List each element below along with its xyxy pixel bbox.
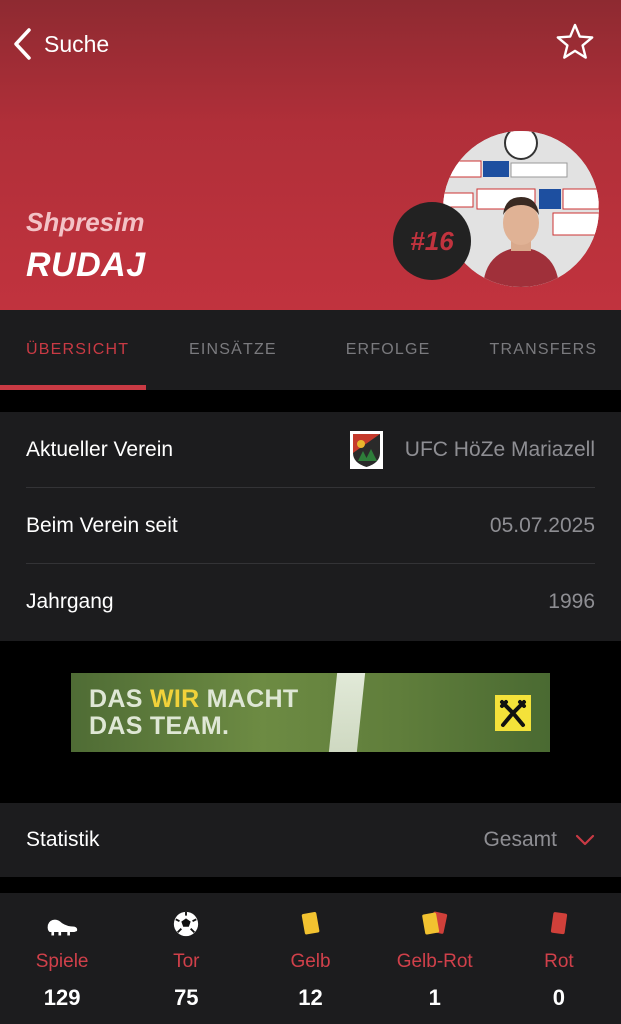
- club-crest-icon: [349, 430, 383, 469]
- ad-text: DAS WIR MACHT DAS TEAM.: [89, 685, 299, 740]
- stat-goals: Tor 75: [124, 893, 248, 1024]
- chevron-down-icon: [575, 834, 595, 846]
- stat-yellow-value: 12: [298, 985, 323, 1010]
- player-last-name: RUDAJ: [26, 246, 146, 284]
- tab-bar: ÜBERSICHT EINSÄTZE ERFOLGE TRANSFERS: [0, 310, 621, 390]
- birth-year-row: Jahrgang 1996: [26, 564, 595, 640]
- stat-yellow: Gelb 12: [248, 893, 372, 1024]
- favorite-star-icon[interactable]: [555, 22, 595, 62]
- birth-year-value: 1996: [548, 590, 595, 613]
- stat-red-label: Rot: [544, 951, 574, 972]
- back-label: Suche: [44, 30, 110, 57]
- player-header: Suche Shpresim RUDAJ #16: [0, 0, 621, 310]
- statistics-filter-select[interactable]: Gesamt: [483, 828, 595, 852]
- tab-overview[interactable]: ÜBERSICHT: [0, 310, 155, 390]
- club-since-row: Beim Verein seit 05.07.2025: [26, 488, 595, 564]
- birth-year-label: Jahrgang: [26, 590, 114, 613]
- soccer-ball-icon: [166, 907, 206, 941]
- yellow-card-icon: [291, 907, 331, 941]
- boot-icon: [42, 907, 82, 941]
- current-club-row[interactable]: Aktueller Verein UFC HöZe Mariazell: [26, 412, 595, 488]
- back-button[interactable]: Suche: [12, 24, 109, 64]
- stat-yellow-red-value: 1: [428, 985, 441, 1010]
- statistics-summary: Spiele 129 Tor 75 Gelb 12 Gelb-Rot 1 Rot…: [0, 893, 621, 1024]
- current-club-label: Aktueller Verein: [26, 437, 174, 461]
- tab-transfers[interactable]: TRANSFERS: [466, 310, 621, 390]
- statistics-filter-bar[interactable]: Statistik Gesamt: [0, 803, 621, 877]
- player-info-panel: Aktueller Verein UFC HöZe Mariazell Beim…: [0, 412, 621, 641]
- tab-achievements[interactable]: ERFOLGE: [311, 310, 466, 390]
- stat-games-value: 129: [43, 985, 81, 1010]
- player-photo: [443, 131, 599, 287]
- stat-yellow-red: Gelb-Rot 1: [373, 893, 497, 1024]
- raiffeisen-logo-icon: [495, 695, 531, 731]
- advertisement-banner[interactable]: DAS WIR MACHT DAS TEAM.: [71, 673, 550, 752]
- jersey-number-badge: #16: [393, 202, 471, 280]
- club-since-value: 05.07.2025: [489, 513, 595, 537]
- stat-yellow-label: Gelb: [290, 951, 331, 972]
- stat-red-value: 0: [552, 985, 566, 1010]
- chevron-left-icon: [14, 28, 31, 60]
- stat-red: Rot 0: [497, 893, 621, 1024]
- stat-goals-label: Tor: [173, 951, 200, 972]
- stat-yellow-red-label: Gelb-Rot: [396, 951, 473, 972]
- club-since-label: Beim Verein seit: [26, 513, 178, 537]
- stat-goals-value: 75: [174, 985, 199, 1010]
- statistics-filter-value: Gesamt: [483, 828, 557, 851]
- stat-games: Spiele 129: [0, 893, 124, 1024]
- stat-games-label: Spiele: [35, 951, 89, 972]
- statistics-label: Statistik: [26, 828, 100, 851]
- tab-appearances[interactable]: EINSÄTZE: [155, 310, 310, 390]
- red-card-icon: [539, 907, 579, 941]
- yellow-red-card-icon: [415, 907, 455, 941]
- player-first-name: Shpresim: [26, 207, 145, 237]
- current-club-value: UFC HöZe Mariazell: [404, 437, 595, 461]
